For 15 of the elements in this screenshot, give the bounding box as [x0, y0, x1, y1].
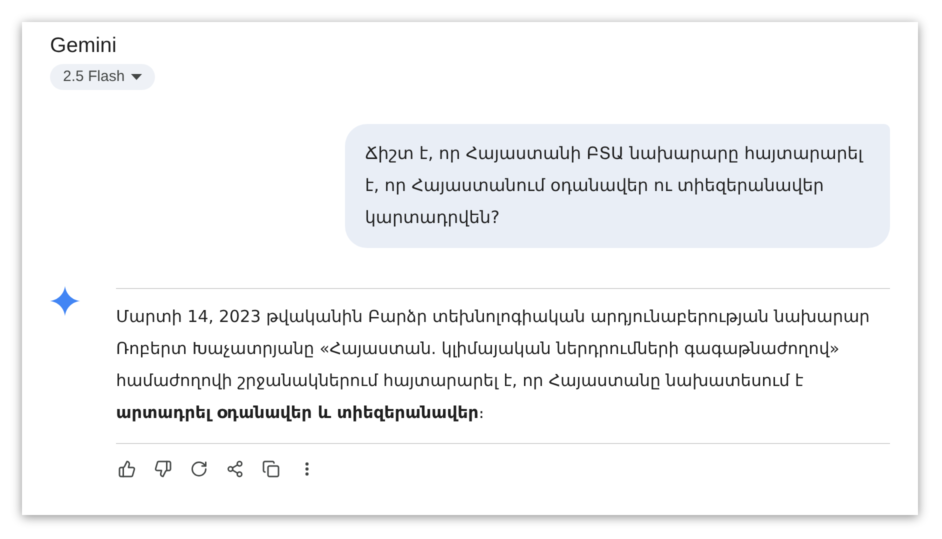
dislike-button[interactable]	[152, 458, 174, 480]
refresh-icon	[190, 460, 208, 478]
app-title: Gemini	[50, 33, 118, 59]
like-icon	[118, 460, 136, 478]
share-icon	[226, 460, 244, 478]
more-icon	[305, 462, 309, 476]
copy-button[interactable]	[260, 458, 282, 480]
user-message: Ճիշտ է, որ Հայաստանի ԲՏԱ նախարարը հայտարարել է, որ Հայաստանում օդանավեր ու տիեզերանավեր կարտադրվեն?	[345, 124, 890, 248]
caret-icon	[130, 74, 142, 80]
model-selector[interactable]: 2.5 Flash	[50, 64, 155, 90]
response-text: Մարտի 14, 2023 թվականին Բարձր տեխնոլոգիական արդյունաբերության նախարար Ռոբերտ Խաչատրյանը «Հայաստան. կլիմայական ներդրումների գագաթնաժողով» համաժողովի շրջանակներում հայտարարել է, որ Հայաստանը նախատեսում է արտադրել օդանավեր և տիեզերանավեր։	[116, 306, 871, 424]
like-button[interactable]	[116, 458, 138, 480]
copy-icon	[262, 460, 280, 478]
sparkle-icon	[50, 286, 80, 316]
dislike-icon	[154, 460, 172, 478]
